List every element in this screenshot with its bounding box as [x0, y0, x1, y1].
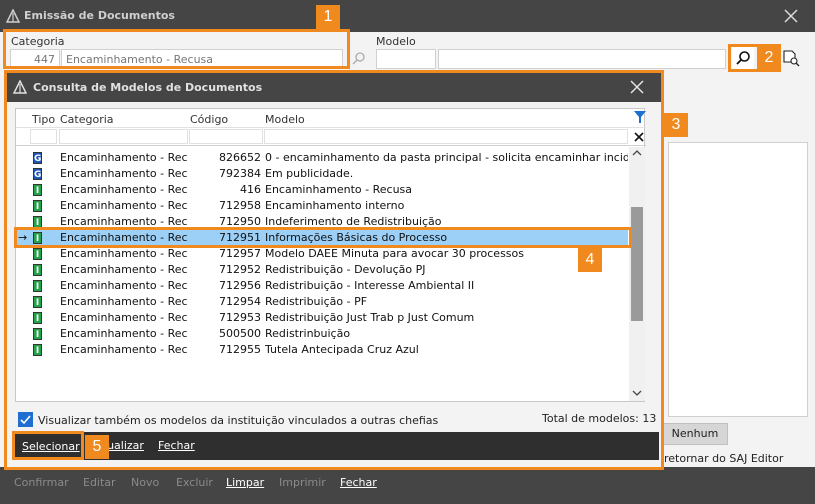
- nenhum-button[interactable]: Nenhum: [662, 423, 728, 445]
- categoria-search-icon[interactable]: [352, 51, 366, 65]
- modelo-code-field[interactable]: [376, 49, 436, 69]
- editar-button[interactable]: Editar: [83, 472, 116, 504]
- retornar-text: retornar do SAJ Editor: [664, 452, 784, 465]
- excluir-button[interactable]: Excluir: [176, 472, 213, 504]
- highlight-box-3: [4, 70, 664, 470]
- badge-1: 1: [316, 5, 340, 29]
- modelo-label: Modelo: [376, 35, 416, 48]
- imprimir-button[interactable]: Imprimir: [279, 472, 326, 504]
- limpar-button[interactable]: Limpar: [226, 472, 264, 504]
- novo-button[interactable]: Novo: [131, 472, 159, 504]
- confirmar-button[interactable]: Confirmar: [14, 472, 69, 504]
- badge-3: 3: [664, 113, 688, 137]
- selecionar-button-highlighted[interactable]: Selecionar: [22, 440, 80, 453]
- modelo-name-field[interactable]: [438, 49, 726, 69]
- preview-panel: [668, 142, 808, 417]
- highlight-box-5: Selecionar: [12, 431, 84, 460]
- badge-4: 4: [578, 248, 602, 272]
- outer-bottom-toolbar: Confirmar Editar Novo Excluir Limpar Imp…: [0, 467, 815, 499]
- outer-fechar-button[interactable]: Fechar: [340, 472, 377, 504]
- outer-window-title: Emissão de Documentos: [24, 9, 175, 22]
- highlight-box-1: [3, 29, 350, 69]
- badge-5: 5: [85, 435, 109, 459]
- highlight-box-4: [14, 227, 632, 248]
- close-icon[interactable]: [783, 8, 799, 24]
- app-logo-icon: [6, 9, 20, 23]
- document-search-icon[interactable]: [782, 49, 800, 67]
- badge-2: 2: [757, 46, 781, 70]
- outer-title-bar: Emissão de Documentos: [0, 0, 815, 32]
